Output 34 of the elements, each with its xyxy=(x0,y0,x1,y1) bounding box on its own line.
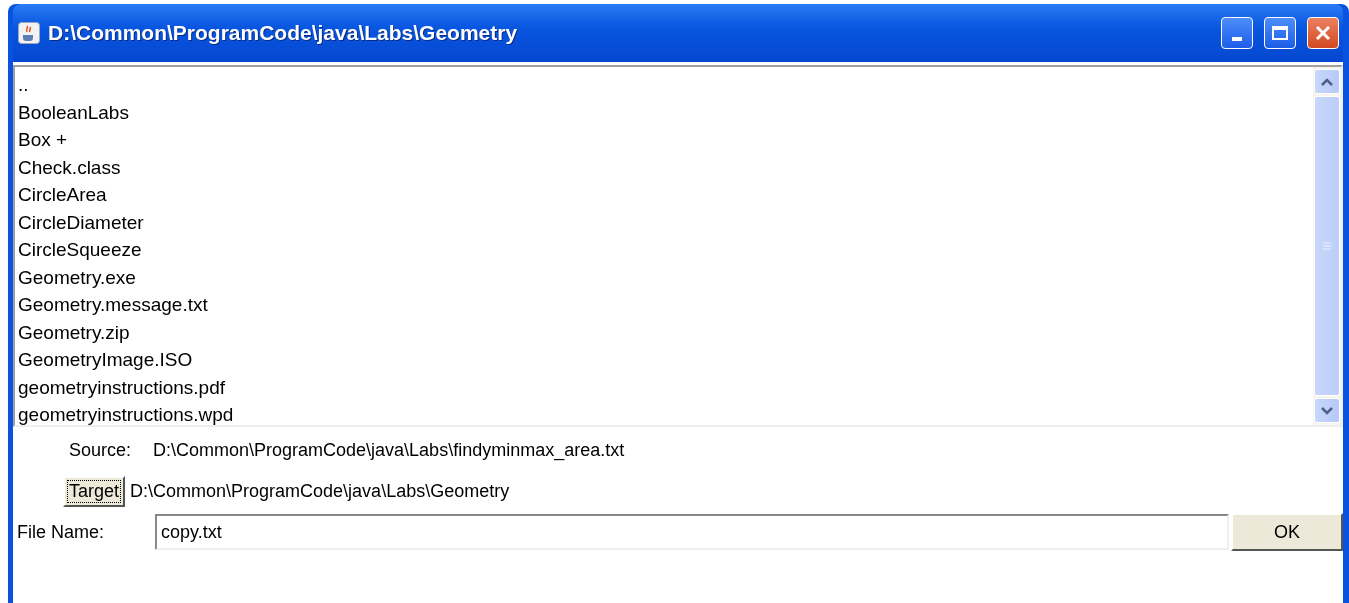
file-list-item[interactable]: .. xyxy=(15,71,29,99)
chevron-up-icon xyxy=(1321,77,1333,86)
grip-icon xyxy=(1322,242,1332,250)
file-list-item[interactable]: geometryinstructions.wpd xyxy=(15,401,234,429)
file-list-item[interactable]: Geometry.zip xyxy=(15,318,130,346)
file-list-item[interactable]: Geometry.exe xyxy=(15,263,136,291)
maximize-icon xyxy=(1272,26,1288,40)
file-list-item[interactable]: CircleDiameter xyxy=(15,208,144,236)
scroll-up-button[interactable] xyxy=(1314,69,1340,94)
file-list-item[interactable]: CircleSqueeze xyxy=(15,236,142,264)
file-list-item[interactable]: Geometry.message.txt xyxy=(15,291,208,319)
maximize-button[interactable] xyxy=(1264,17,1296,49)
file-list-item[interactable]: GeometryImage.ISO xyxy=(15,346,193,374)
file-list-item[interactable]: Check.class xyxy=(15,153,121,181)
file-list-item[interactable]: geometryinstructions.pdf xyxy=(15,373,225,401)
source-label: Source: xyxy=(67,439,132,461)
target-button[interactable]: Target xyxy=(63,475,126,507)
scrollbar-thumb[interactable] xyxy=(1314,96,1340,396)
scroll-down-button[interactable] xyxy=(1314,398,1340,423)
chevron-down-icon xyxy=(1321,406,1333,415)
target-path: D:\Common\ProgramCode\java\Labs\Geometry xyxy=(130,480,510,502)
file-list-item[interactable]: Box + xyxy=(15,126,68,154)
file-name-field[interactable]: copy.txt xyxy=(155,514,1229,550)
close-button[interactable] xyxy=(1307,17,1339,49)
minimize-icon xyxy=(1232,37,1242,41)
ok-button[interactable]: OK xyxy=(1231,513,1343,551)
source-path: D:\Common\ProgramCode\java\Labs\findyminmax_area.txt xyxy=(153,439,625,461)
window-title: D:\Common\ProgramCode\java\Labs\Geometry xyxy=(48,21,519,45)
file-list-item[interactable]: CircleArea xyxy=(15,181,107,209)
minimize-button[interactable] xyxy=(1221,17,1253,49)
close-icon xyxy=(1314,24,1332,42)
file-name-label: File Name: xyxy=(16,521,106,543)
java-cup-icon xyxy=(18,22,40,44)
file-list-item[interactable]: BooleanLabs xyxy=(15,98,129,126)
